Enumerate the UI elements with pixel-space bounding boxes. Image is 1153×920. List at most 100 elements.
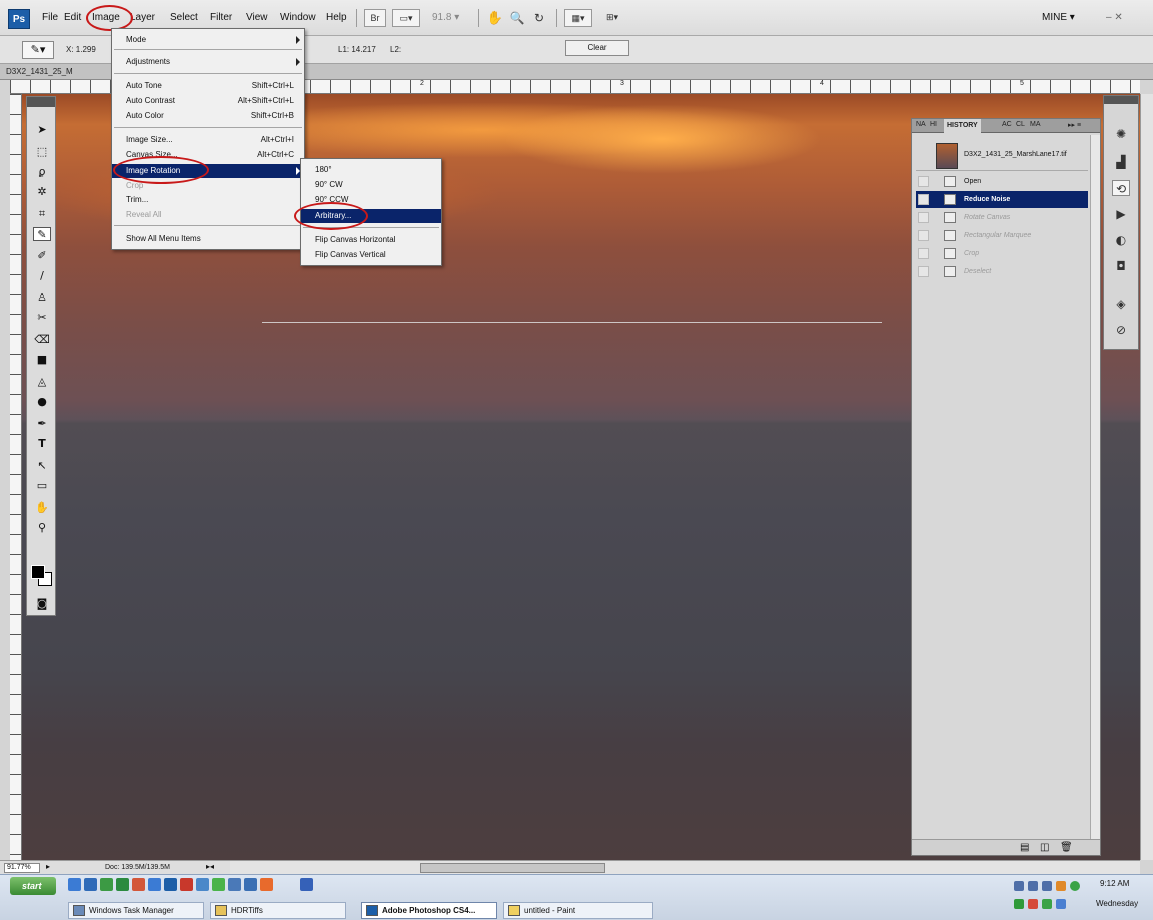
menu-item-flip-vertical[interactable]: Flip Canvas Vertical bbox=[301, 248, 441, 262]
task-windows-task-manager[interactable]: Windows Task Manager bbox=[68, 902, 204, 919]
clock-time[interactable]: 9:12 AM bbox=[1100, 879, 1129, 888]
tray-icon[interactable] bbox=[1070, 881, 1080, 891]
menu-filter[interactable]: Filter bbox=[210, 12, 232, 23]
menu-item-show-all[interactable]: Show All Menu Items bbox=[112, 232, 304, 246]
menu-item-adjustments[interactable]: Adjustments bbox=[112, 55, 304, 69]
crop-tool-icon[interactable]: ⌗ bbox=[33, 207, 51, 221]
hand-tool-icon[interactable]: ✋ bbox=[486, 9, 504, 27]
panel-menu-icon[interactable]: ▸▸ ≡ bbox=[1068, 121, 1081, 129]
history-scrollbar[interactable] bbox=[1090, 135, 1100, 839]
tab-clone-source[interactable]: CL bbox=[1016, 121, 1025, 128]
quick-launch-icon[interactable] bbox=[212, 878, 225, 891]
new-snapshot-icon[interactable]: ◫ bbox=[1040, 842, 1049, 853]
screen-mode-icon[interactable]: ▭▾ bbox=[392, 9, 420, 27]
history-state-rotate-canvas[interactable]: Rotate Canvas bbox=[916, 209, 1088, 226]
tray-icon[interactable] bbox=[1042, 899, 1052, 909]
delete-state-icon[interactable]: 🗑 bbox=[1060, 842, 1073, 853]
zoom-tool-icon[interactable]: ⚲ bbox=[33, 521, 51, 535]
lasso-tool-icon[interactable]: ϼ bbox=[33, 165, 51, 179]
window-controls[interactable]: – ✕ bbox=[1106, 12, 1123, 23]
history-icon[interactable]: ⟲ bbox=[1112, 180, 1130, 196]
menu-select[interactable]: Select bbox=[170, 12, 198, 23]
history-snapshot[interactable]: D3X2_1431_25_MarshLane17.tif bbox=[916, 141, 1088, 171]
tray-icon[interactable] bbox=[1014, 899, 1024, 909]
channels-icon[interactable]: ⊘ bbox=[1112, 322, 1130, 338]
foreground-color-swatch[interactable] bbox=[31, 565, 45, 579]
scroll-thumb[interactable] bbox=[420, 863, 605, 873]
new-document-from-state-icon[interactable]: ▤ bbox=[1020, 842, 1029, 853]
tab-navigator[interactable]: NA bbox=[916, 121, 926, 128]
adjustments-icon[interactable]: ◐ bbox=[1112, 232, 1130, 248]
layers-icon[interactable]: ◈ bbox=[1112, 296, 1130, 312]
tab-actions[interactable]: AC bbox=[1002, 121, 1012, 128]
quick-launch-icon[interactable] bbox=[244, 878, 257, 891]
tray-icon[interactable] bbox=[1028, 899, 1038, 909]
quick-launch-icon[interactable] bbox=[196, 878, 209, 891]
menu-item-auto-color[interactable]: Auto Color Shift+Ctrl+B bbox=[112, 109, 304, 123]
menu-item-image-size[interactable]: Image Size... Alt+Ctrl+I bbox=[112, 133, 304, 147]
histogram-icon[interactable]: ▟ bbox=[1112, 154, 1130, 170]
quick-launch-ie-icon[interactable] bbox=[68, 878, 81, 891]
zoom-level-select[interactable]: 91.8 ▾ bbox=[432, 12, 459, 23]
status-menu-arrow-icon[interactable]: ▸◂ bbox=[206, 862, 214, 871]
masks-icon[interactable]: ◘ bbox=[1112, 258, 1130, 274]
eraser-tool-icon[interactable]: ⌫ bbox=[33, 333, 51, 347]
hand-tool-icon[interactable]: ✋ bbox=[33, 501, 51, 515]
quick-launch-icon[interactable] bbox=[300, 878, 313, 891]
menu-edit[interactable]: Edit bbox=[64, 12, 81, 23]
dodge-tool-icon[interactable]: ● bbox=[33, 395, 51, 409]
magic-wand-icon[interactable]: ✲ bbox=[33, 185, 51, 199]
actions-icon[interactable]: ▶ bbox=[1112, 206, 1130, 222]
extras-icon[interactable]: ⊞▾ bbox=[598, 9, 626, 27]
tray-icon[interactable] bbox=[1056, 881, 1066, 891]
task-untitled-paint[interactable]: untitled - Paint bbox=[503, 902, 653, 919]
type-tool-icon[interactable]: T bbox=[33, 437, 51, 451]
navigator-icon[interactable]: ✺ bbox=[1112, 126, 1130, 142]
marquee-tool-icon[interactable]: ⬚ bbox=[33, 145, 51, 159]
tab-masks[interactable]: MA bbox=[1030, 121, 1041, 128]
task-adobe-photoshop[interactable]: Adobe Photoshop CS4... bbox=[361, 902, 497, 919]
history-state-rectangular-marquee[interactable]: Rectangular Marquee bbox=[916, 227, 1088, 244]
status-info-icon[interactable]: ▸ bbox=[46, 862, 50, 871]
task-hdrtiffs[interactable]: HDRTiffs bbox=[210, 902, 346, 919]
path-select-icon[interactable]: ↖ bbox=[33, 459, 51, 473]
tray-icon[interactable] bbox=[1056, 899, 1066, 909]
menu-item-auto-tone[interactable]: Auto Tone Shift+Ctrl+L bbox=[112, 79, 304, 93]
menu-layer[interactable]: Layer bbox=[130, 12, 155, 23]
menu-item-rotate-180[interactable]: 180° bbox=[301, 163, 441, 177]
history-state-deselect[interactable]: Deselect bbox=[916, 263, 1088, 280]
quick-launch-photoshop-icon[interactable] bbox=[164, 878, 177, 891]
menu-help[interactable]: Help bbox=[326, 12, 347, 23]
document-tab[interactable]: D3X2_1431_25_M bbox=[6, 67, 73, 76]
start-button[interactable]: start bbox=[10, 877, 56, 895]
history-brush-icon[interactable]: ✂ bbox=[33, 311, 51, 325]
menu-item-flip-horizontal[interactable]: Flip Canvas Horizontal bbox=[301, 233, 441, 247]
clear-button[interactable]: Clear bbox=[565, 40, 629, 56]
history-state-crop[interactable]: Crop bbox=[916, 245, 1088, 262]
quick-launch-icon[interactable] bbox=[100, 878, 113, 891]
quick-launch-icon[interactable] bbox=[260, 878, 273, 891]
gradient-tool-icon[interactable]: ■ bbox=[33, 353, 51, 367]
quick-launch-icon[interactable] bbox=[148, 878, 161, 891]
quick-launch-excel-icon[interactable] bbox=[116, 878, 129, 891]
zoom-tool-icon[interactable]: 🔍 bbox=[508, 9, 526, 27]
rotate-view-icon[interactable]: ↻ bbox=[530, 9, 548, 27]
menu-item-reveal-all[interactable]: Reveal All bbox=[112, 208, 304, 222]
zoom-field[interactable]: 91.77% bbox=[4, 863, 40, 873]
menu-item-mode[interactable]: Mode bbox=[112, 33, 304, 47]
workspace-switcher[interactable]: MINE ▾ bbox=[1042, 12, 1075, 23]
arrange-documents-icon[interactable]: ▦▾ bbox=[564, 9, 592, 27]
ruler-tool-icon[interactable]: ✎▾ bbox=[22, 41, 54, 59]
menu-item-trim[interactable]: Trim... bbox=[112, 193, 304, 207]
bridge-button[interactable]: Br bbox=[364, 9, 386, 27]
history-state-reduce-noise[interactable]: Reduce Noise bbox=[916, 191, 1088, 208]
tray-icon[interactable] bbox=[1014, 881, 1024, 891]
quick-launch-icon[interactable] bbox=[180, 878, 193, 891]
horizontal-scrollbar[interactable] bbox=[230, 860, 1140, 874]
healing-brush-icon[interactable]: ✐ bbox=[33, 249, 51, 263]
quick-launch-word-icon[interactable] bbox=[84, 878, 97, 891]
clone-stamp-icon[interactable]: ♙ bbox=[33, 291, 51, 305]
quick-launch-icon[interactable] bbox=[132, 878, 145, 891]
pen-tool-icon[interactable]: ✒ bbox=[33, 417, 51, 431]
tab-history[interactable]: HISTORY bbox=[944, 119, 981, 133]
